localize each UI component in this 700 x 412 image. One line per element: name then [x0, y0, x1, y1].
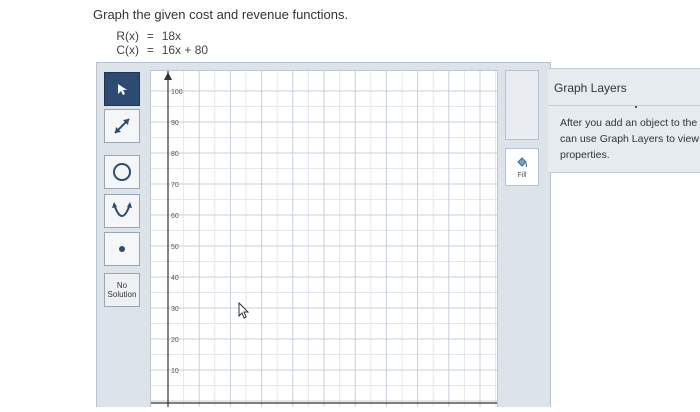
y-tick-label: 20 — [171, 337, 179, 344]
question-prompt: Graph the given cost and revenue functio… — [93, 7, 349, 22]
layers-toggle-button[interactable] — [505, 70, 539, 140]
pointer-tool-button[interactable] — [104, 72, 140, 106]
fill-label: Fill — [517, 171, 527, 179]
fill-button[interactable]: Fill — [505, 148, 539, 186]
y-axis-arrow-icon — [164, 72, 172, 80]
cost-equation: C(x) = 16x + 80 — [109, 43, 208, 57]
graph-canvas[interactable]: 100 90 80 70 60 50 40 30 20 10 — [150, 70, 498, 407]
circle-tool-button[interactable] — [104, 155, 140, 189]
y-tick-label: 60 — [171, 213, 179, 220]
layers-help-line: After you add an object to the — [560, 117, 698, 129]
cursor-icon — [238, 301, 250, 319]
point-tool-button[interactable] — [104, 232, 140, 266]
y-tick-label: 80 — [171, 151, 179, 158]
y-tick-label: 100 — [171, 89, 183, 96]
cost-lhs: C(x) — [116, 43, 139, 57]
no-solution-button[interactable]: No Solution — [104, 273, 140, 307]
y-tick-label: 70 — [171, 182, 179, 189]
line-segment-icon — [114, 118, 130, 134]
cursor-arrow-icon — [118, 84, 127, 95]
graph-layers-help: After you add an object to the can use G… — [560, 115, 699, 163]
no-solution-label: No Solution — [107, 281, 137, 299]
revenue-equals: = — [146, 29, 154, 43]
y-tick-label: 30 — [171, 306, 179, 313]
y-tick-label: 10 — [171, 368, 179, 375]
y-tick-label: 40 — [171, 275, 179, 282]
line-tool-button[interactable] — [104, 109, 140, 143]
point-icon — [119, 246, 125, 252]
revenue-equation: R(x) = 18x — [109, 29, 181, 43]
y-tick-label: 50 — [171, 244, 179, 251]
revenue-lhs: R(x) — [116, 29, 139, 43]
parabola-tool-button[interactable] — [104, 194, 140, 228]
layers-divider — [548, 105, 700, 106]
cost-rhs: 16x + 80 — [161, 43, 209, 57]
parabola-icon — [112, 202, 132, 217]
layers-help-line: can use Graph Layers to view — [560, 133, 699, 145]
circle-icon — [113, 163, 131, 181]
y-tick-label: 90 — [171, 120, 179, 127]
revenue-rhs: 18x — [161, 29, 182, 43]
cost-equals: = — [146, 43, 154, 57]
paint-bucket-icon — [517, 156, 527, 167]
graph-grid: 100 90 80 70 60 50 40 30 20 10 — [151, 71, 497, 407]
layers-help-line: properties. — [560, 149, 610, 161]
layers-marker — [635, 106, 637, 108]
graph-layers-panel: Graph Layers After you add an object to … — [548, 68, 700, 173]
graph-layers-title: Graph Layers — [554, 81, 627, 95]
